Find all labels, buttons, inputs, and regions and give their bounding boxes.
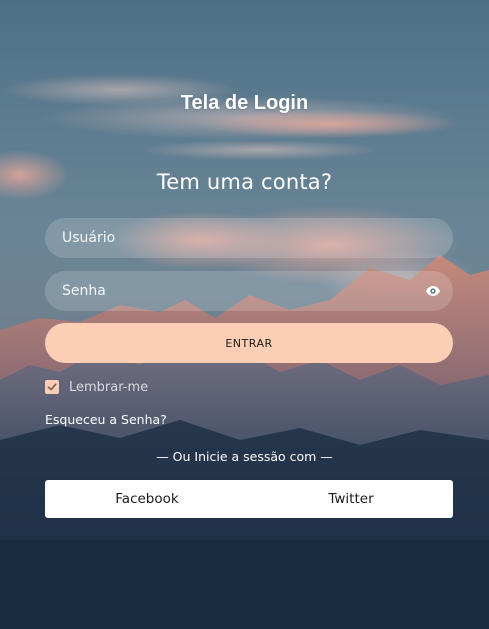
page-subtitle: Tem uma conta? xyxy=(156,170,333,194)
facebook-button[interactable]: Facebook xyxy=(45,480,249,518)
twitter-button-label: Twitter xyxy=(328,491,374,507)
check-icon xyxy=(47,383,57,391)
login-button[interactable]: ENTRAR xyxy=(45,323,453,363)
social-login-divider: — Ou Inicie a sessão com — xyxy=(156,449,333,464)
login-button-label: ENTRAR xyxy=(225,336,273,350)
password-field[interactable]: Senha xyxy=(45,271,453,311)
password-placeholder: Senha xyxy=(62,283,106,299)
username-placeholder: Usuário xyxy=(62,230,116,246)
eye-icon[interactable] xyxy=(425,283,441,299)
twitter-button[interactable]: Twitter xyxy=(249,480,453,518)
remember-me-label: Lembrar-me xyxy=(69,379,149,395)
forgot-password-link[interactable]: Esqueceu a Senha? xyxy=(45,412,167,427)
username-field[interactable]: Usuário xyxy=(45,218,453,258)
facebook-button-label: Facebook xyxy=(115,491,179,507)
page-title: Tela de Login xyxy=(180,92,309,114)
remember-me-option[interactable]: Lembrar-me xyxy=(45,378,148,396)
remember-me-checkbox[interactable] xyxy=(45,380,59,394)
